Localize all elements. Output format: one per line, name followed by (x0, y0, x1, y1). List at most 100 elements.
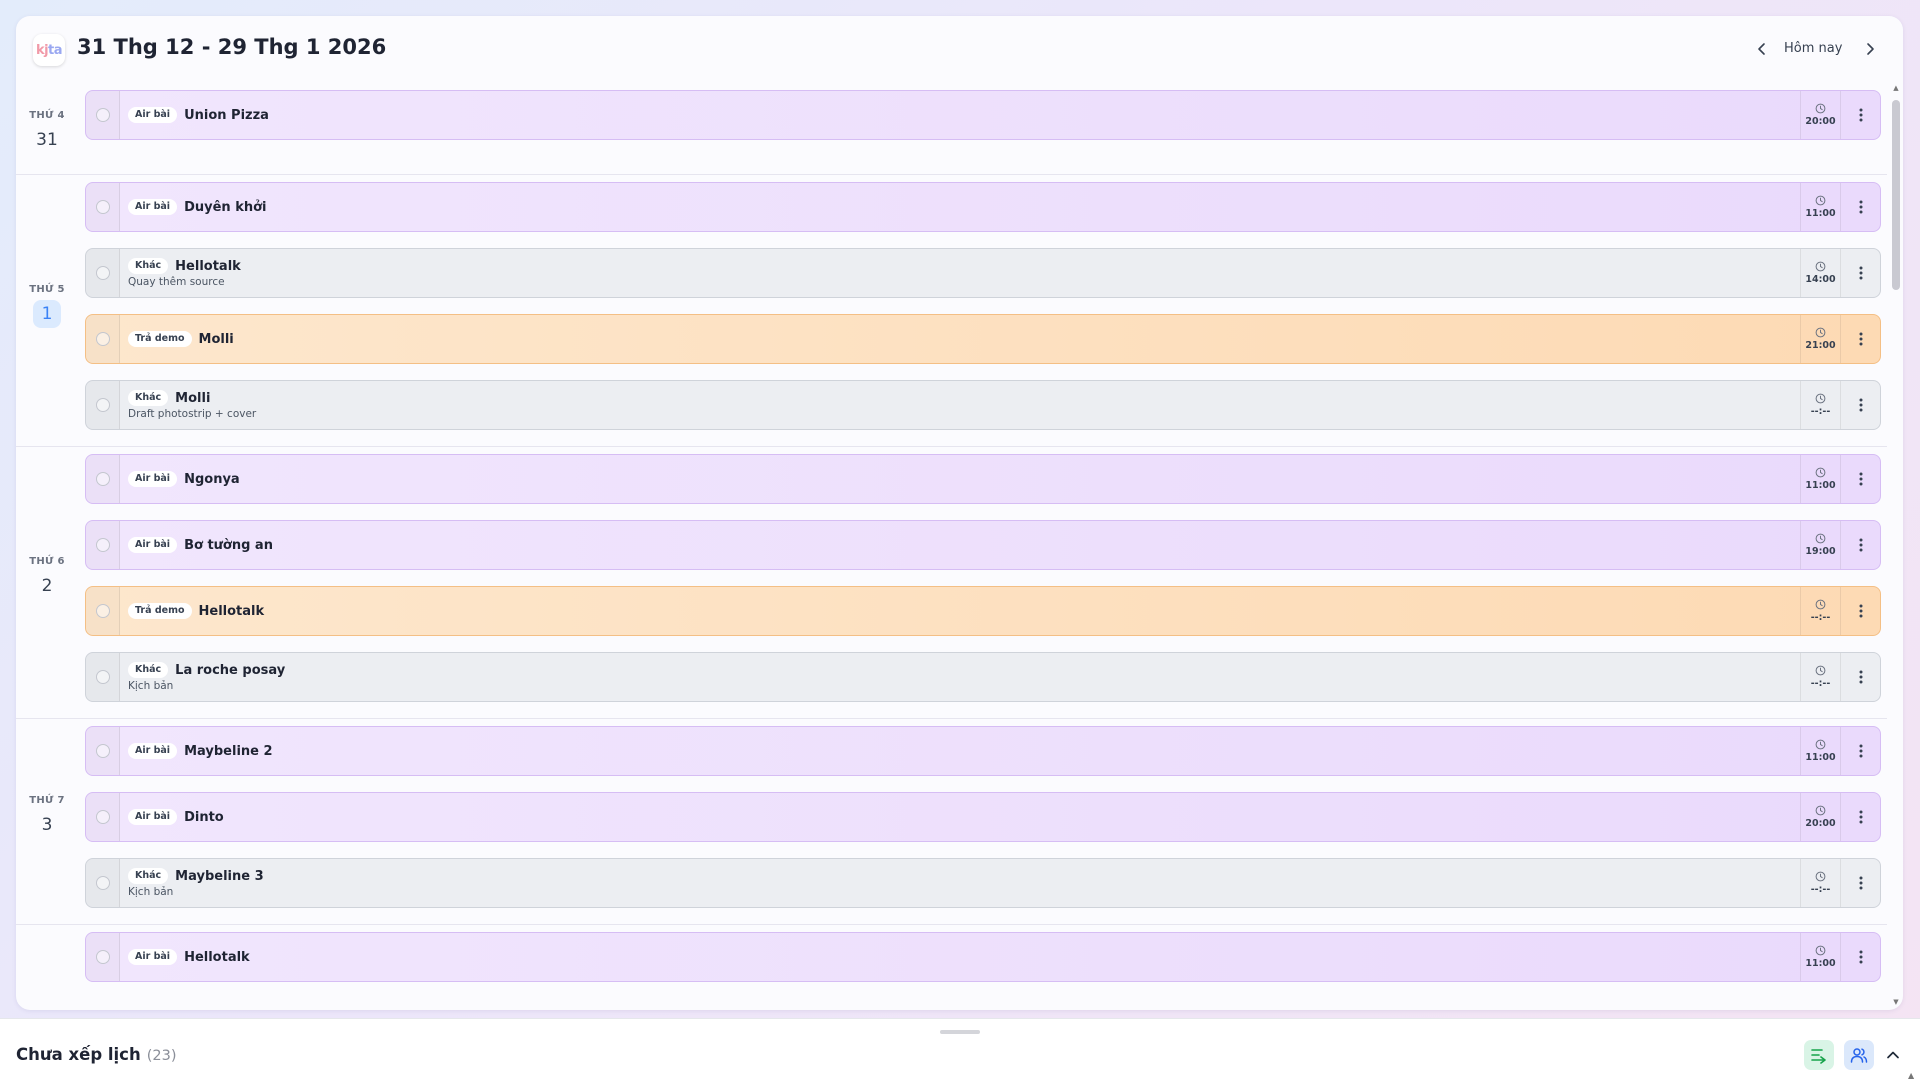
chevron-up-icon (1887, 1051, 1899, 1059)
task-card[interactable]: Air bài Hellotalk 11:00 (85, 932, 1881, 982)
task-card[interactable]: Air bài Union Pizza 20:00 (85, 90, 1881, 140)
task-card[interactable]: Air bài Bơ tường an 19:00 (85, 520, 1881, 570)
task-more-button[interactable] (1840, 521, 1880, 569)
day-separator (16, 174, 1887, 175)
task-checkbox[interactable] (95, 200, 110, 214)
task-time[interactable]: 11:00 (1800, 933, 1840, 981)
task-body[interactable]: Trả demo Hellotalk (120, 587, 1800, 635)
today-button[interactable]: Hôm nay (1784, 41, 1842, 56)
task-time[interactable]: 19:00 (1800, 521, 1840, 569)
task-body[interactable]: Trả demo Molli (120, 315, 1800, 363)
task-checkbox[interactable] (95, 744, 110, 758)
task-checkbox[interactable] (95, 670, 110, 684)
task-time-value: --:-- (1810, 884, 1831, 895)
task-time[interactable]: --:-- (1800, 859, 1840, 907)
task-checkbox[interactable] (95, 810, 110, 824)
prev-range-button[interactable] (1749, 36, 1775, 62)
task-more-button[interactable] (1840, 793, 1880, 841)
task-title: Hellotalk (198, 603, 265, 619)
scroll-down-arrow[interactable]: ▼ (1892, 998, 1900, 1006)
task-tag: Trả demo (128, 603, 192, 619)
day-list: THỨ 4 31 Air bài Union Pizza 20:00 THỨ 5 1 Air … (16, 90, 1887, 1010)
task-tag: Khác (128, 390, 169, 406)
task-body[interactable]: Air bài Maybeline 2 (120, 727, 1800, 775)
task-time[interactable]: --:-- (1800, 381, 1840, 429)
task-card[interactable]: Khác La roche posay Kịch bản --:-- (85, 652, 1881, 702)
drawer-scroll-arrow[interactable]: ▲ (1908, 1071, 1914, 1080)
task-time-value: --:-- (1810, 678, 1831, 689)
task-more-button[interactable] (1840, 249, 1880, 297)
task-body[interactable]: Air bài Hellotalk (120, 933, 1800, 981)
task-time[interactable]: --:-- (1800, 587, 1840, 635)
task-card[interactable]: Khác Maybeline 3 Kịch bản --:-- (85, 858, 1881, 908)
task-time[interactable]: 11:00 (1800, 727, 1840, 775)
task-subtitle: Quay thêm source (128, 276, 225, 288)
task-card[interactable]: Trả demo Molli 21:00 (85, 314, 1881, 364)
scroll-up-arrow[interactable]: ▲ (1892, 84, 1900, 92)
task-more-button[interactable] (1840, 859, 1880, 907)
task-body[interactable]: Air bài Bơ tường an (120, 521, 1800, 569)
task-checkbox[interactable] (95, 108, 110, 122)
task-checkbox[interactable] (95, 538, 110, 552)
task-card[interactable]: Air bài Duyên khởi 11:00 (85, 182, 1881, 232)
task-time[interactable]: 21:00 (1800, 315, 1840, 363)
task-more-button[interactable] (1840, 587, 1880, 635)
task-body[interactable]: Air bài Duyên khởi (120, 183, 1800, 231)
task-checkbox-zone (86, 933, 120, 981)
task-body[interactable]: Air bài Union Pizza (120, 91, 1800, 139)
schedule-button[interactable] (1804, 1040, 1834, 1070)
task-more-button[interactable] (1840, 183, 1880, 231)
task-card[interactable]: Trả demo Hellotalk --:-- (85, 586, 1881, 636)
scroll-thumb[interactable] (1892, 100, 1900, 290)
task-checkbox[interactable] (95, 950, 110, 964)
task-body[interactable]: Khác Maybeline 3 Kịch bản (120, 859, 1800, 907)
task-checkbox-zone (86, 727, 120, 775)
task-time[interactable]: --:-- (1800, 653, 1840, 701)
list-scrollbar[interactable]: ▲ ▼ (1890, 84, 1902, 1008)
task-time-value: --:-- (1810, 406, 1831, 417)
task-title: Hellotalk (184, 949, 250, 965)
expand-drawer-button[interactable] (1880, 1040, 1906, 1070)
task-body[interactable]: Khác Molli Draft photostrip + cover (120, 381, 1800, 429)
task-checkbox[interactable] (95, 332, 110, 346)
day-group: THỨ 4 31 Air bài Union Pizza 20:00 (16, 90, 1887, 174)
task-more-button[interactable] (1840, 91, 1880, 139)
task-card[interactable]: Air bài Dinto 20:00 (85, 792, 1881, 842)
users-icon (1850, 1048, 1868, 1063)
task-card[interactable]: Air bài Ngonya 11:00 (85, 454, 1881, 504)
task-card[interactable]: Khác Molli Draft photostrip + cover --:-- (85, 380, 1881, 430)
task-body[interactable]: Air bài Dinto (120, 793, 1800, 841)
task-body[interactable]: Air bài Ngonya (120, 455, 1800, 503)
users-button[interactable] (1844, 1040, 1874, 1070)
task-title: Hellotalk (175, 258, 241, 274)
task-card[interactable]: Khác Hellotalk Quay thêm source 14:00 (85, 248, 1881, 298)
task-checkbox-zone (86, 381, 120, 429)
task-title: Maybeline 2 (184, 743, 273, 759)
unscheduled-title[interactable]: Chưa xếp lịch (23) (16, 1045, 176, 1064)
task-subtitle: Draft photostrip + cover (128, 408, 257, 420)
next-range-button[interactable] (1857, 36, 1883, 62)
task-more-button[interactable] (1840, 933, 1880, 981)
task-more-button[interactable] (1840, 653, 1880, 701)
task-checkbox[interactable] (95, 398, 110, 412)
task-title: Dinto (184, 809, 224, 825)
task-more-button[interactable] (1840, 381, 1880, 429)
task-more-button[interactable] (1840, 727, 1880, 775)
task-checkbox[interactable] (95, 876, 110, 890)
task-time[interactable]: 20:00 (1800, 91, 1840, 139)
task-time[interactable]: 11:00 (1800, 183, 1840, 231)
task-time[interactable]: 14:00 (1800, 249, 1840, 297)
task-more-button[interactable] (1840, 455, 1880, 503)
task-body[interactable]: Khác Hellotalk Quay thêm source (120, 249, 1800, 297)
task-time[interactable]: 20:00 (1800, 793, 1840, 841)
task-time[interactable]: 11:00 (1800, 455, 1840, 503)
task-body[interactable]: Khác La roche posay Kịch bản (120, 653, 1800, 701)
task-title: Union Pizza (184, 107, 269, 123)
task-more-button[interactable] (1840, 315, 1880, 363)
task-checkbox[interactable] (95, 266, 110, 280)
task-checkbox[interactable] (95, 472, 110, 486)
task-card[interactable]: Air bài Maybeline 2 11:00 (85, 726, 1881, 776)
task-tag: Air bài (128, 471, 178, 487)
drawer-drag-handle[interactable] (940, 1030, 980, 1034)
task-checkbox[interactable] (95, 604, 110, 618)
